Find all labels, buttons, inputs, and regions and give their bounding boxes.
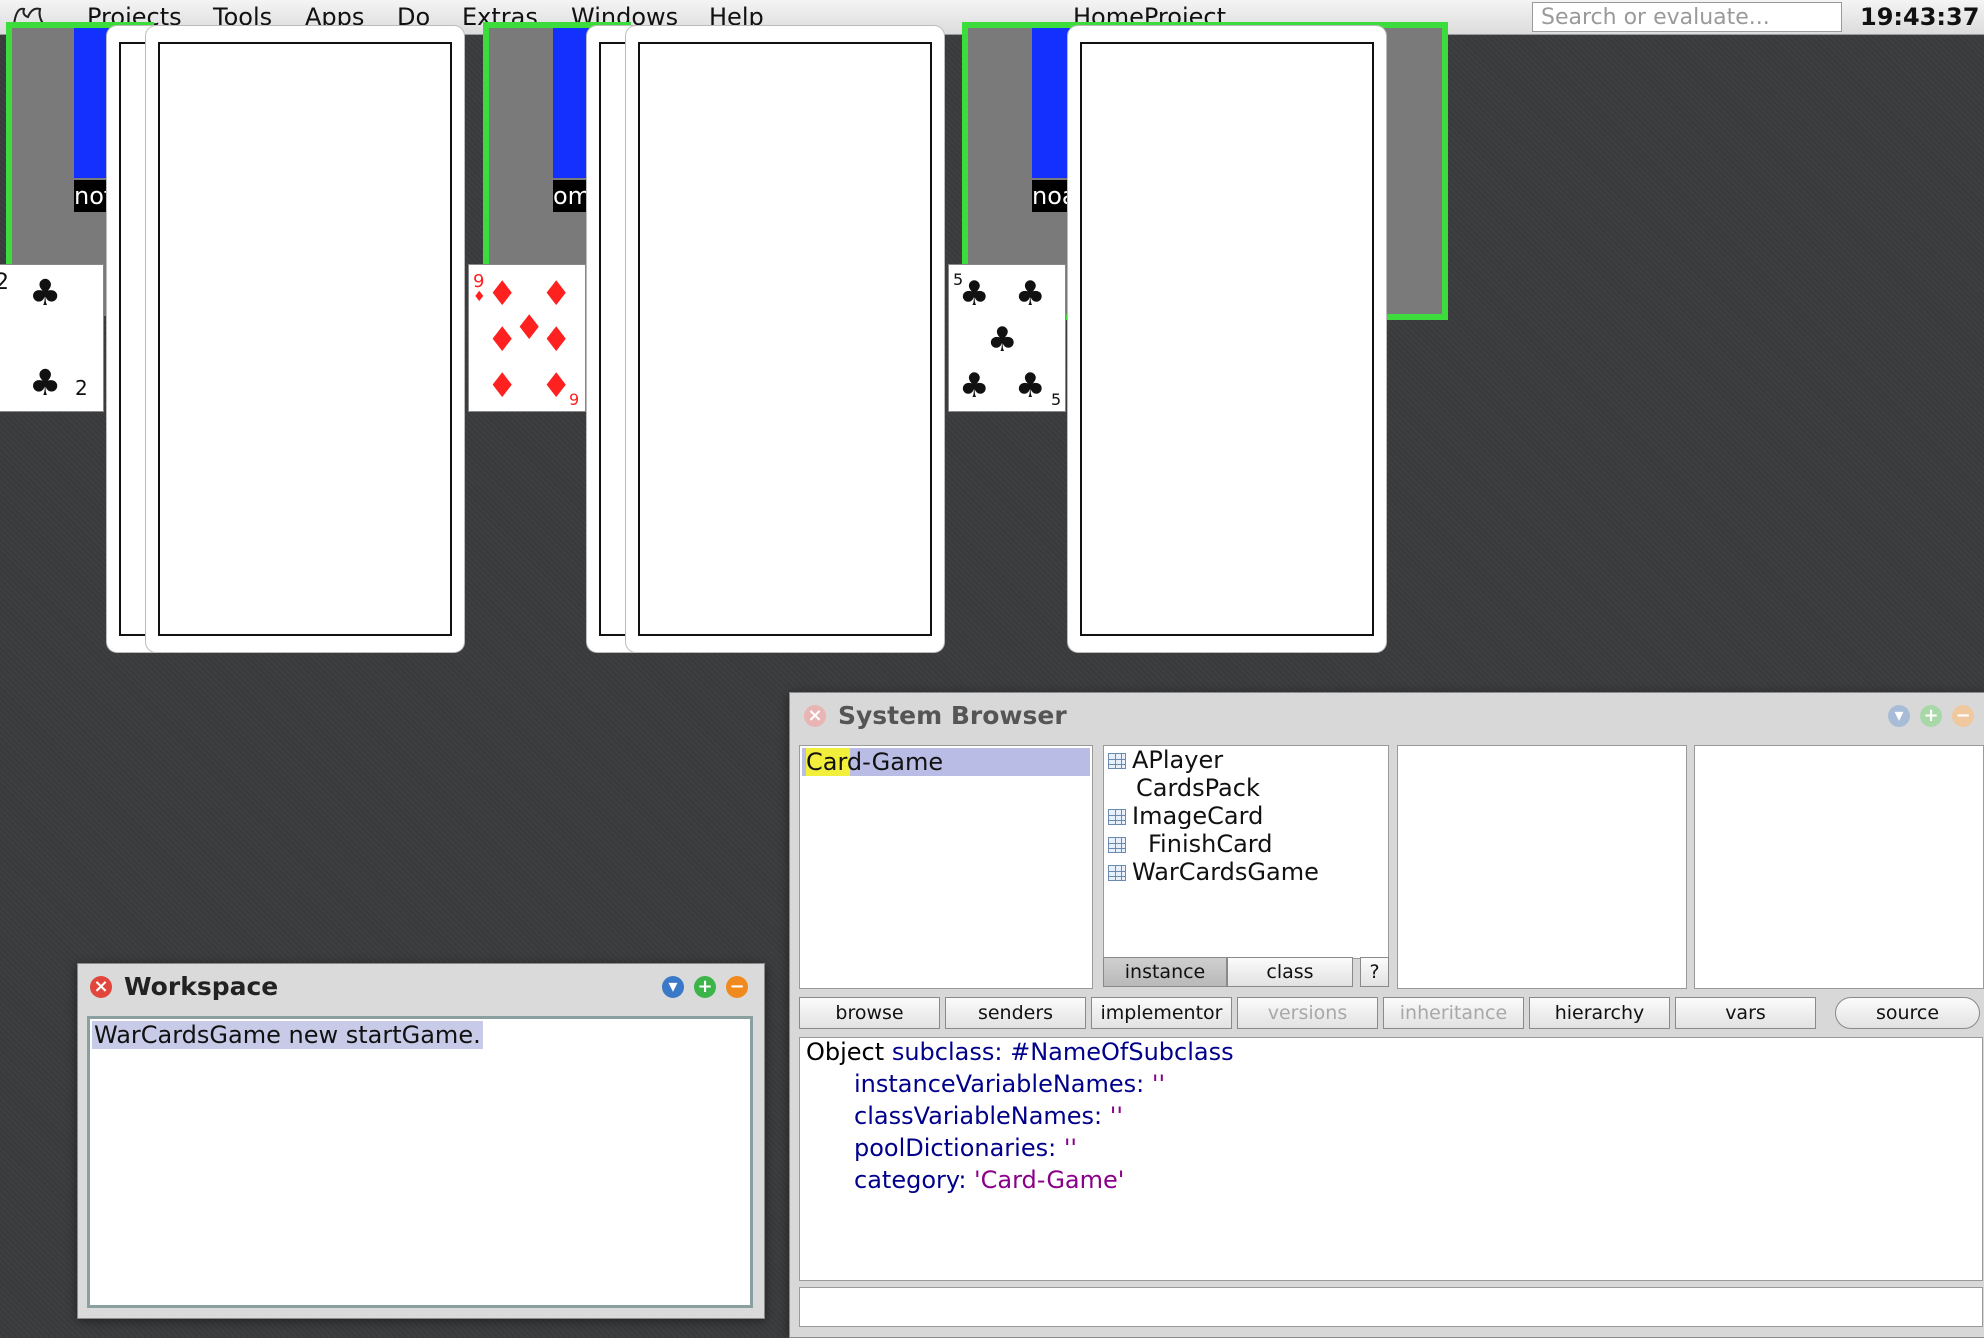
- class-toggle[interactable]: class: [1227, 957, 1353, 987]
- player-avatar: [1032, 28, 1070, 178]
- svg-text:♣: ♣: [29, 363, 61, 404]
- svg-text:9: 9: [569, 390, 579, 409]
- collapse-icon[interactable]: ▾: [662, 976, 684, 998]
- code-line: poolDictionaries: '': [854, 1134, 1078, 1162]
- svg-text:♣: ♣: [959, 274, 989, 314]
- card-deck[interactable]: [626, 26, 944, 652]
- system-browser-window: × System Browser ▾ + − Card-Game APlayer…: [789, 692, 1984, 1338]
- code-editor[interactable]: Object subclass: #NameOfSubclass instanc…: [799, 1037, 1983, 1281]
- svg-text:5: 5: [1051, 390, 1061, 409]
- played-card[interactable]: 9 ♦ ♦ ♦ ♦ ♦ ♦ ♦ ♦ 9: [468, 264, 586, 412]
- category-list[interactable]: Card-Game: [799, 745, 1093, 989]
- svg-text:♣: ♣: [1015, 366, 1045, 406]
- svg-text:♦: ♦: [541, 366, 571, 406]
- close-icon[interactable]: ×: [804, 705, 826, 727]
- player-name: noa: [1032, 180, 1070, 212]
- list-item[interactable]: ImageCard: [1108, 802, 1263, 830]
- help-button[interactable]: ?: [1360, 957, 1389, 987]
- annotation-pane[interactable]: [799, 1287, 1983, 1327]
- svg-text:♦: ♦: [473, 289, 486, 305]
- senders-button[interactable]: senders: [945, 997, 1086, 1029]
- card-deck[interactable]: [1068, 26, 1386, 652]
- search-input[interactable]: [1532, 2, 1842, 32]
- diamonds-card-icon: 9 ♦ ♦ ♦ ♦ ♦ ♦ ♦ ♦ 9: [473, 271, 579, 409]
- window-title: Workspace: [124, 972, 279, 1001]
- collapse-icon[interactable]: ▾: [1888, 705, 1910, 727]
- menu-icon[interactable]: −: [1952, 705, 1974, 727]
- list-item[interactable]: WarCardsGame: [1108, 858, 1319, 886]
- code-line: Object subclass: #NameOfSubclass: [806, 1038, 1234, 1066]
- instance-toggle[interactable]: instance: [1103, 957, 1227, 987]
- method-list[interactable]: [1694, 745, 1984, 989]
- code-line: classVariableNames: '': [854, 1102, 1123, 1130]
- svg-text:2: 2: [75, 376, 88, 400]
- code-line: instanceVariableNames: '': [854, 1070, 1166, 1098]
- titlebar[interactable]: × System Browser ▾ + −: [790, 693, 1984, 737]
- inheritance-button[interactable]: inheritance: [1383, 997, 1524, 1029]
- class-icon: [1108, 865, 1126, 881]
- clubs-card-icon: 5 ♣ ♣ ♣ ♣ ♣ 5: [953, 270, 1061, 409]
- expand-icon[interactable]: +: [694, 976, 716, 998]
- menu-icon[interactable]: −: [726, 976, 748, 998]
- vars-button[interactable]: vars: [1675, 997, 1816, 1029]
- player-avatar: [553, 28, 591, 178]
- svg-text:♦: ♦: [487, 320, 517, 360]
- source-button[interactable]: source: [1835, 997, 1980, 1029]
- clock: 19:43:37: [1860, 3, 1980, 31]
- browse-button[interactable]: browse: [799, 997, 940, 1029]
- close-icon[interactable]: ×: [90, 976, 112, 998]
- class-icon: [1108, 753, 1126, 769]
- svg-text:♦: ♦: [541, 274, 571, 314]
- card-deck[interactable]: [146, 26, 464, 652]
- list-item[interactable]: CardsPack: [1136, 774, 1260, 802]
- protocol-list[interactable]: [1397, 745, 1687, 989]
- expand-icon[interactable]: +: [1920, 705, 1942, 727]
- workspace-editor[interactable]: WarCardsGame new startGame.: [87, 1016, 753, 1308]
- svg-text:♦: ♦: [487, 366, 517, 406]
- svg-text:2: 2: [0, 270, 9, 295]
- svg-text:♣: ♣: [959, 366, 989, 406]
- implementor-button[interactable]: implementor: [1091, 997, 1232, 1029]
- category-selected-row[interactable]: Card-Game: [802, 748, 1090, 776]
- svg-text:♦: ♦: [541, 320, 571, 360]
- list-item[interactable]: Card-Game: [806, 748, 943, 776]
- clubs-card-icon: 2 ♣ ♣ 2: [0, 270, 88, 404]
- svg-text:♦: ♦: [514, 308, 544, 348]
- svg-text:♣: ♣: [987, 320, 1017, 360]
- played-card[interactable]: 2 ♣ ♣ 2: [0, 264, 104, 412]
- class-icon: [1108, 809, 1126, 825]
- list-item[interactable]: APlayer: [1108, 746, 1223, 774]
- workspace-window: × Workspace ▾ + − WarCardsGame new start…: [77, 963, 765, 1319]
- hierarchy-button[interactable]: hierarchy: [1529, 997, 1670, 1029]
- versions-button[interactable]: versions: [1237, 997, 1378, 1029]
- workspace-text: WarCardsGame new startGame.: [92, 1021, 483, 1049]
- played-card[interactable]: 5 ♣ ♣ ♣ ♣ ♣ 5: [948, 264, 1066, 412]
- window-title: System Browser: [838, 701, 1067, 730]
- code-line: category: 'Card-Game': [854, 1166, 1125, 1194]
- class-list[interactable]: APlayer CardsPack ImageCard FinishCard W…: [1103, 745, 1389, 959]
- player-name: om: [553, 180, 591, 212]
- titlebar[interactable]: × Workspace ▾ + −: [78, 964, 764, 1008]
- svg-text:♦: ♦: [487, 274, 517, 314]
- list-item[interactable]: FinishCard: [1108, 830, 1272, 858]
- svg-text:♣: ♣: [1015, 274, 1045, 314]
- class-icon: [1108, 837, 1126, 853]
- svg-text:♣: ♣: [29, 273, 61, 314]
